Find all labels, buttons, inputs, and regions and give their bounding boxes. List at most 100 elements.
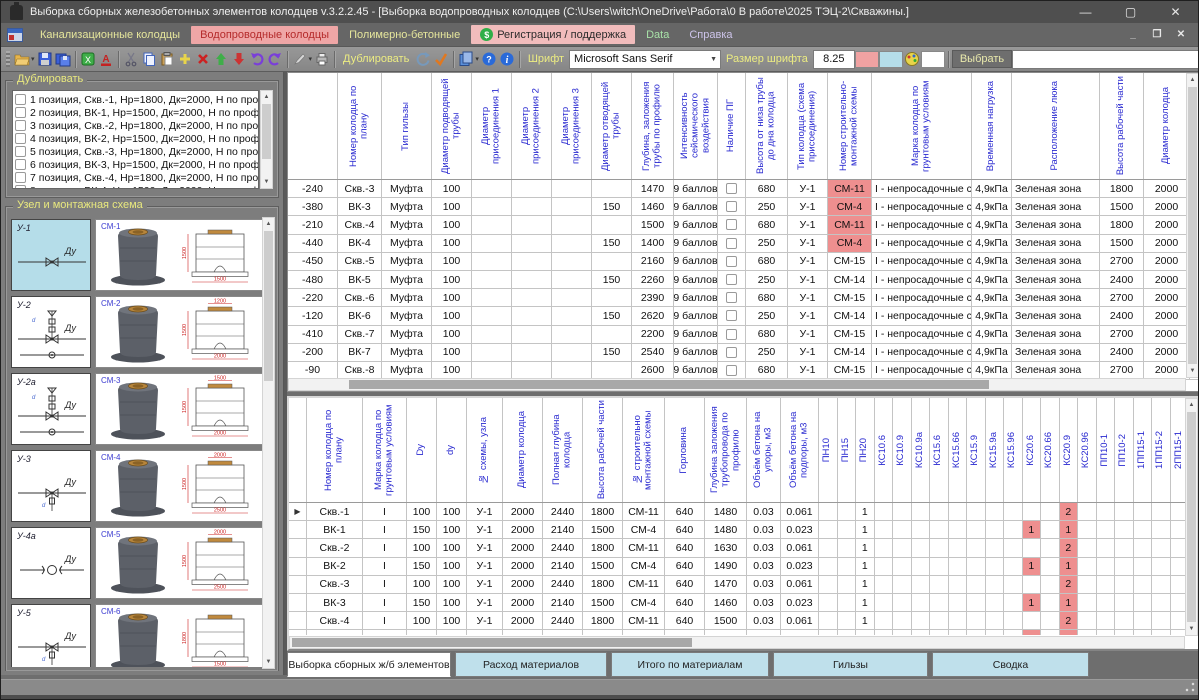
cell-name[interactable]: Скв.-7 <box>338 326 382 343</box>
cell-d3[interactable] <box>552 344 592 361</box>
cell-ПН20[interactable]: 1 <box>856 539 875 556</box>
cell-КС15.66[interactable] <box>949 503 968 520</box>
cell[interactable]: 1480 <box>705 521 747 538</box>
node-thumbnail-У-5[interactable]: У-5dДу <box>11 604 91 667</box>
duplicate-list-item[interactable]: 5 позиция, Скв.-3, Нр=1800, Дк=2000, Н п… <box>15 145 258 158</box>
cell[interactable] <box>437 630 467 635</box>
cell-d1[interactable] <box>472 198 512 215</box>
cell-d3[interactable] <box>552 326 592 343</box>
cell[interactable]: 100 <box>407 576 437 593</box>
cell-mark[interactable]: I - непросадочные сухи... <box>872 362 972 379</box>
cell-КС20.9[interactable]: 1 <box>1060 594 1079 611</box>
checkbox[interactable] <box>15 185 26 189</box>
cell[interactable]: 100 <box>437 539 467 556</box>
cell-pg[interactable] <box>718 180 746 197</box>
cell-pg[interactable] <box>718 198 746 215</box>
cell-seismic[interactable]: 9 баллов <box>674 180 718 197</box>
cell-ПН20[interactable] <box>856 630 875 635</box>
cell-КС20.96[interactable] <box>1078 612 1097 629</box>
cell-d_out[interactable]: 150 <box>592 344 632 361</box>
row-indicator[interactable] <box>289 558 307 575</box>
row-indicator[interactable] <box>289 539 307 556</box>
cell-КС15.9а[interactable] <box>986 594 1005 611</box>
checkbox[interactable] <box>15 120 26 131</box>
cell[interactable]: 150 <box>407 558 437 575</box>
cell-d3[interactable] <box>552 180 592 197</box>
cell-КС10.9а[interactable] <box>912 612 931 629</box>
cell[interactable]: 100 <box>437 521 467 538</box>
cell[interactable]: 0.061 <box>781 612 819 629</box>
cell[interactable]: 1800 <box>583 503 623 520</box>
table-row[interactable] <box>289 630 1198 635</box>
cell[interactable]: 2000 <box>503 558 543 575</box>
cell-КС10.6[interactable] <box>875 612 894 629</box>
cell-depth[interactable]: 1460 <box>632 198 674 215</box>
help-icon[interactable]: ? <box>480 49 498 69</box>
table-row[interactable]: ВК-2I150100У-1200021401500СМ-464014900.0… <box>289 558 1198 576</box>
cell-КС20.66[interactable] <box>1041 539 1060 556</box>
cell-КС20.96[interactable] <box>1078 576 1097 593</box>
cell-d2[interactable] <box>512 271 552 288</box>
cell-load[interactable]: 4,9кПа <box>972 326 1012 343</box>
cell-h_work[interactable]: 2400 <box>1100 271 1144 288</box>
menu-item-справка[interactable]: Справка <box>680 26 741 44</box>
table-row[interactable]: Скв.-2I100100У-1200024401800СМ-116401630… <box>289 539 1198 557</box>
column-header[interactable]: Объём бетона на подпоры, м3 <box>781 398 819 502</box>
cell[interactable] <box>665 630 705 635</box>
cell-d_in[interactable]: 100 <box>432 307 472 324</box>
table-row[interactable]: Скв.-3I100100У-1200024401800СМ-116401470… <box>289 576 1198 594</box>
cell[interactable]: 0.03 <box>747 612 781 629</box>
cell-d_out[interactable] <box>592 253 632 270</box>
cell-cm[interactable]: СМ-4 <box>828 235 872 252</box>
column-header[interactable]: Временная нагрузка <box>972 73 1012 179</box>
cell[interactable]: 0.03 <box>747 558 781 575</box>
cell-КС10.9[interactable] <box>893 539 912 556</box>
cell-КС10.9а[interactable] <box>912 539 931 556</box>
menu-item-канализационные-колодцы[interactable]: Канализационные колодцы <box>31 26 189 44</box>
cell-mark[interactable]: I - непросадочные сухи... <box>872 344 972 361</box>
column-header-КС15.9а[interactable]: КС15.9а <box>986 398 1005 502</box>
cell-name[interactable]: Скв.-4 <box>338 216 382 233</box>
cell-cm[interactable]: СМ-11 <box>828 180 872 197</box>
column-header[interactable]: Объём бетона на упоры, м3 <box>747 398 781 502</box>
pg-checkbox[interactable] <box>726 183 737 194</box>
cell[interactable]: 0.061 <box>781 576 819 593</box>
cell-h_low[interactable]: 250 <box>746 344 788 361</box>
cell-d2[interactable] <box>512 216 552 233</box>
cell-ПП10-1[interactable] <box>1097 594 1116 611</box>
cell-КС20.96[interactable] <box>1078 558 1097 575</box>
cell-sleeve[interactable]: Муфта <box>382 307 432 324</box>
cell-d2[interactable] <box>512 307 552 324</box>
cell[interactable]: I <box>363 558 407 575</box>
cell-depth[interactable]: 1500 <box>632 216 674 233</box>
cell-d_in[interactable]: 100 <box>432 253 472 270</box>
cell-depth[interactable]: 2600 <box>632 362 674 379</box>
cell-КС20.9[interactable]: 2 <box>1060 576 1079 593</box>
duplicate-list-item[interactable]: 6 позиция, ВК-3, Нр=1500, Дк=2000, Н по … <box>15 158 258 171</box>
column-header-КС20.66[interactable]: КС20.66 <box>1041 398 1060 502</box>
mdi-close-button[interactable]: ✕ <box>1170 26 1192 44</box>
cell-h_work[interactable]: 1500 <box>1100 198 1144 215</box>
cell-h_low[interactable]: 680 <box>746 326 788 343</box>
cell[interactable]: 0.061 <box>781 503 819 520</box>
cell[interactable]: 1480 <box>705 503 747 520</box>
cell-seismic[interactable]: 9 баллов <box>674 198 718 215</box>
cell-pg[interactable] <box>718 216 746 233</box>
font-combo[interactable]: Microsoft Sans Serif▼ <box>569 50 721 69</box>
cell-ПН15[interactable] <box>838 558 857 575</box>
cell-sleeve[interactable]: Муфта <box>382 216 432 233</box>
cell-d_in[interactable]: 100 <box>432 180 472 197</box>
cell-КС10.9а[interactable] <box>912 521 931 538</box>
cell-d2[interactable] <box>512 326 552 343</box>
cell-load[interactable]: 4,9кПа <box>972 271 1012 288</box>
cell-КС10.6[interactable] <box>875 630 894 635</box>
cell-h_low[interactable]: 680 <box>746 362 788 379</box>
cell[interactable]: СМ-11 <box>623 612 665 629</box>
cell-ПП10-2[interactable] <box>1115 503 1134 520</box>
cell-КС15.66[interactable] <box>949 521 968 538</box>
cell-h_low[interactable]: 680 <box>746 253 788 270</box>
cell-sleeve[interactable]: Муфта <box>382 362 432 379</box>
cell-d_out[interactable] <box>592 216 632 233</box>
cell[interactable]: 0.023 <box>781 558 819 575</box>
cell-dia[interactable]: 2000 <box>1144 216 1190 233</box>
